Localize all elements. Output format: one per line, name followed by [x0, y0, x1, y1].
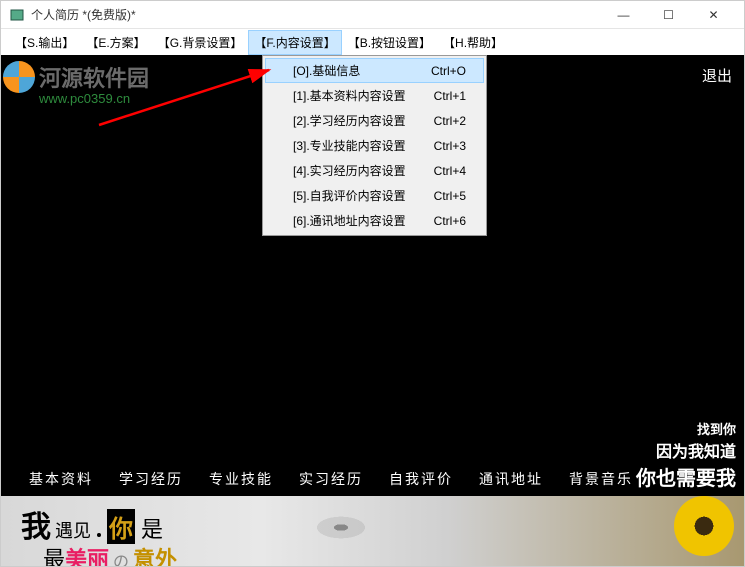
banner-text: 我 遇见 你 是 最 美丽 の 意外 encounter: [21, 502, 197, 566]
dropdown-item-basic-data[interactable]: [1].基本资料内容设置 Ctrl+1: [265, 83, 484, 108]
dropdown-shortcut: Ctrl+3: [434, 139, 466, 153]
dropdown-label: [6].通讯地址内容设置: [293, 212, 406, 229]
dropdown-item-skills[interactable]: [3].专业技能内容设置 Ctrl+3: [265, 133, 484, 158]
titlebar: 个人简历 *(免费版)* — ☐ ✕: [1, 1, 744, 29]
nav-skills[interactable]: 专业技能: [209, 469, 273, 489]
banner-no: の: [113, 548, 129, 566]
dropdown-shortcut: Ctrl+O: [431, 64, 466, 78]
dropdown-item-contact[interactable]: [6].通讯地址内容设置 Ctrl+6: [265, 208, 484, 233]
dropdown-item-study[interactable]: [2].学习经历内容设置 Ctrl+2: [265, 108, 484, 133]
close-button[interactable]: ✕: [691, 1, 736, 29]
nav-study[interactable]: 学习经历: [119, 469, 183, 489]
menu-content[interactable]: 【F.内容设置】: [248, 30, 341, 55]
banner: 我 遇见 你 是 最 美丽 の 意外 encounter: [1, 496, 744, 566]
exit-button[interactable]: 退出: [702, 65, 732, 86]
banner-ni: 你: [107, 509, 135, 544]
dropdown-item-self-eval[interactable]: [5].自我评价内容设置 Ctrl+5: [265, 183, 484, 208]
watermark-url: www.pc0359.cn: [39, 91, 149, 106]
dropdown-item-intern[interactable]: [4].实习经历内容设置 Ctrl+4: [265, 158, 484, 183]
watermark: 河源软件园 www.pc0359.cn: [3, 61, 149, 106]
watermark-logo-icon: [3, 61, 35, 93]
window-title: 个人简历 *(免费版)*: [31, 6, 601, 23]
banner-yujian: 遇见: [55, 517, 91, 543]
banner-meili: 美丽: [65, 542, 109, 566]
banner-shi: 是: [141, 512, 163, 544]
dropdown-shortcut: Ctrl+2: [434, 114, 466, 128]
menu-output[interactable]: 【S.输出】: [9, 30, 80, 55]
dropdown-shortcut: Ctrl+5: [434, 189, 466, 203]
banner-eye-graphic: [201, 496, 481, 566]
dropdown-label: [O].基础信息: [293, 62, 360, 79]
menubar: 【S.输出】 【E.方案】 【G.背景设置】 【F.内容设置】 【B.按钮设置】…: [1, 29, 744, 55]
app-window: 个人简历 *(免费版)* — ☐ ✕ 【S.输出】 【E.方案】 【G.背景设置…: [0, 0, 745, 567]
menu-scheme[interactable]: 【E.方案】: [80, 30, 151, 55]
menu-buttons[interactable]: 【B.按钮设置】: [342, 30, 437, 55]
nav-bgm[interactable]: 背景音乐: [569, 469, 633, 489]
dropdown-label: [4].实习经历内容设置: [293, 162, 406, 179]
banner-zui: 最: [43, 542, 65, 566]
maximize-button[interactable]: ☐: [646, 1, 691, 29]
nav-intern[interactable]: 实习经历: [299, 469, 363, 489]
content-area: 河源软件园 www.pc0359.cn [O].基础信息 Ctrl+O [1].…: [1, 55, 744, 566]
banner-dot: [97, 533, 101, 537]
dropdown-label: [5].自我评价内容设置: [293, 187, 406, 204]
dropdown-label: [1].基本资料内容设置: [293, 87, 406, 104]
dropdown-item-basic-info[interactable]: [O].基础信息 Ctrl+O: [265, 58, 484, 83]
promo-line1: 找到你: [636, 419, 736, 438]
banner-yiwai: 意外: [133, 542, 177, 566]
dropdown-shortcut: Ctrl+1: [434, 89, 466, 103]
nav-basic-data[interactable]: 基本资料: [29, 469, 93, 489]
menu-help[interactable]: 【H.帮助】: [437, 30, 509, 55]
content-settings-dropdown: [O].基础信息 Ctrl+O [1].基本资料内容设置 Ctrl+1 [2].…: [262, 55, 487, 236]
menu-background[interactable]: 【G.背景设置】: [152, 30, 249, 55]
dropdown-shortcut: Ctrl+4: [434, 164, 466, 178]
minimize-button[interactable]: —: [601, 1, 646, 29]
nav-self-eval[interactable]: 自我评价: [389, 469, 453, 489]
window-controls: — ☐ ✕: [601, 1, 736, 29]
nav-contact[interactable]: 通讯地址: [479, 469, 543, 489]
sunflower-graphic: [634, 496, 744, 566]
bottom-nav: 基本资料 学习经历 专业技能 实习经历 自我评价 通讯地址 背景音乐: [1, 464, 744, 494]
promo-line2: 因为我知道: [636, 438, 736, 462]
dropdown-label: [3].专业技能内容设置: [293, 137, 406, 154]
banner-wo: 我: [21, 502, 51, 546]
dropdown-label: [2].学习经历内容设置: [293, 112, 406, 129]
dropdown-shortcut: Ctrl+6: [434, 214, 466, 228]
app-icon: [9, 7, 25, 23]
watermark-text: 河源软件园: [39, 61, 149, 93]
